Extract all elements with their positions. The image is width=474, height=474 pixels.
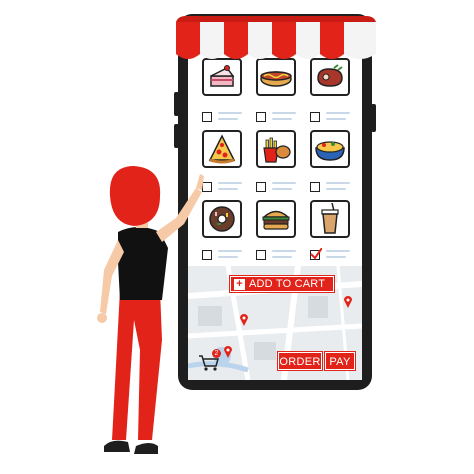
add-to-cart-button[interactable]: + ADD TO CART: [229, 275, 335, 293]
text-placeholder-line: [272, 250, 296, 252]
illustration-scene: + ADD TO CART 2 ORDER PAY: [0, 0, 474, 474]
drink-cup-icon: [321, 203, 339, 234]
menu-item-checkbox[interactable]: [256, 250, 266, 260]
text-placeholder-line: [326, 112, 350, 114]
text-placeholder-line: [218, 188, 238, 190]
menu-item-fries[interactable]: [256, 130, 296, 168]
text-placeholder-line: [326, 188, 346, 190]
text-placeholder-line: [272, 118, 292, 120]
menu-item-checkbox[interactable]: [256, 112, 266, 122]
salad-bowl-icon: [315, 141, 345, 161]
shop-awning: [176, 16, 376, 59]
menu-item-drink[interactable]: [310, 200, 350, 238]
menu-item-pizza[interactable]: [202, 130, 242, 168]
menu-item-checkbox[interactable]: [310, 182, 320, 192]
text-placeholder-line: [272, 256, 292, 258]
menu-item-checkbox[interactable]: [202, 250, 212, 260]
text-placeholder-line: [218, 182, 242, 184]
menu-item-salad[interactable]: [310, 130, 350, 168]
location-pin-icon: [240, 314, 248, 326]
text-placeholder-line: [218, 118, 238, 120]
fries-drumstick-icon: [263, 137, 291, 163]
burger-icon: [262, 210, 290, 230]
phone-side-button: [371, 104, 376, 132]
cart-button[interactable]: 2: [198, 349, 221, 372]
text-placeholder-line: [272, 182, 296, 184]
menu-item-donut[interactable]: [202, 200, 242, 238]
text-placeholder-line: [272, 112, 296, 114]
cart-count-badge: 2: [212, 349, 221, 358]
pizza-slice-icon: [208, 134, 236, 164]
order-button[interactable]: ORDER: [277, 351, 323, 371]
menu-item-checkbox[interactable]: [256, 182, 266, 192]
menu-item-burger[interactable]: [256, 200, 296, 238]
menu-item-checkbox[interactable]: [202, 182, 212, 192]
menu-item-checkbox[interactable]: [310, 112, 320, 122]
text-placeholder-line: [326, 118, 346, 120]
location-pin-icon: [344, 296, 352, 308]
text-placeholder-line: [326, 182, 350, 184]
donut-icon: [209, 206, 235, 232]
text-placeholder-line: [326, 250, 350, 252]
pay-button[interactable]: PAY: [324, 351, 356, 371]
checkmark-icon: [310, 248, 322, 260]
add-to-cart-label: ADD TO CART: [249, 278, 326, 290]
text-placeholder-line: [326, 256, 346, 258]
phone-side-button: [174, 92, 179, 116]
location-pin-icon: [224, 346, 232, 358]
plus-icon: +: [234, 278, 245, 290]
text-placeholder-line: [218, 112, 242, 114]
phone-screen: + ADD TO CART 2 ORDER PAY: [188, 52, 362, 380]
text-placeholder-line: [218, 256, 238, 258]
menu-item-checkbox-checked[interactable]: [310, 248, 322, 260]
phone-side-button: [174, 124, 179, 148]
menu-item-checkbox[interactable]: [202, 112, 212, 122]
text-placeholder-line: [218, 250, 242, 252]
text-placeholder-line: [272, 188, 292, 190]
